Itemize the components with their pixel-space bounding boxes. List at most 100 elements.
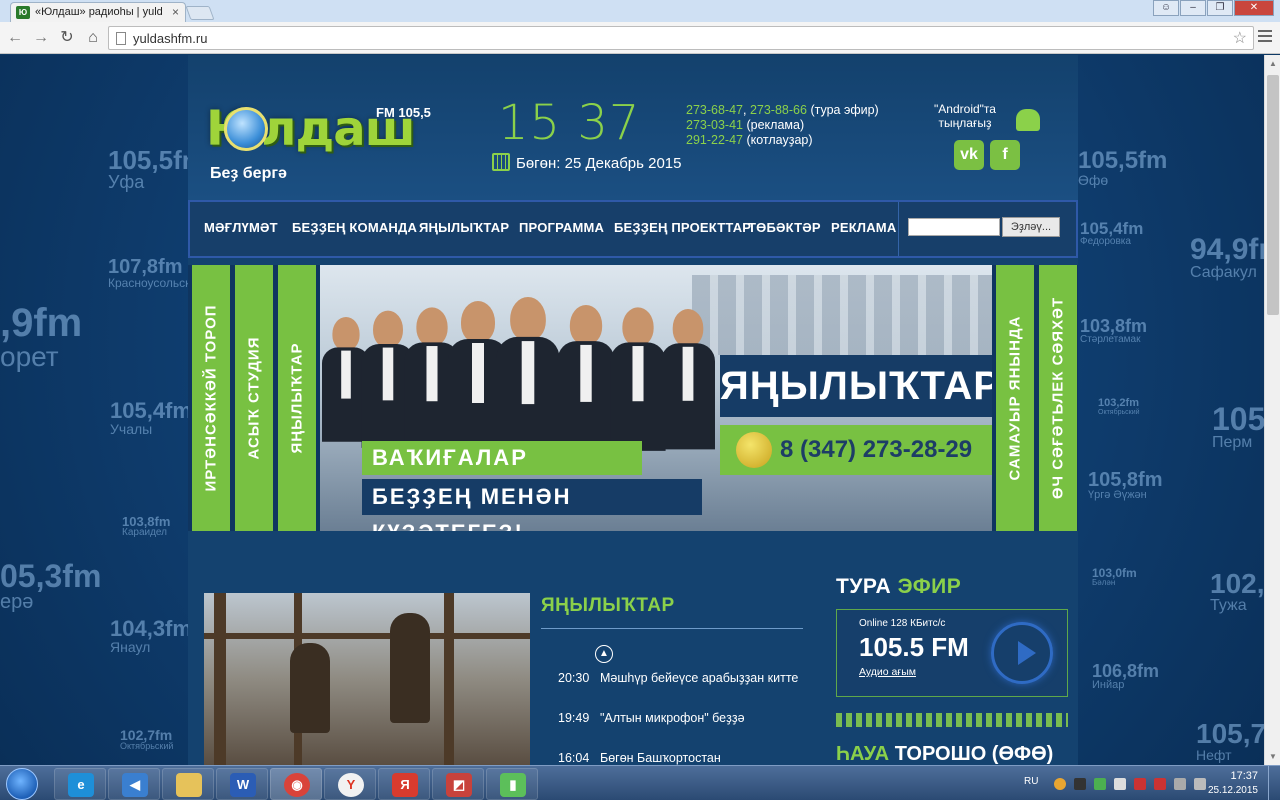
taskbar-paint[interactable]: ◩: [432, 768, 484, 800]
tray-network-icon[interactable]: [1134, 778, 1146, 790]
taskbar-explorer[interactable]: [162, 768, 214, 800]
taskbar-yandex-browser[interactable]: Y: [324, 768, 376, 800]
android-icon[interactable]: [1016, 109, 1040, 131]
tray-time[interactable]: 17:37: [1230, 770, 1258, 782]
maximize-button[interactable]: ❐: [1207, 0, 1233, 16]
audio-stream-link[interactable]: Аудио ағым: [859, 666, 916, 678]
banner-tab-samovar[interactable]: САМАУЫР ЯНЫНДА: [996, 265, 1034, 531]
news-item[interactable]: 19:49 "Алтын микрофон" беҙҙә: [558, 711, 745, 725]
rig-structure: [444, 593, 454, 765]
page-scrollbar[interactable]: ▲ ▼: [1264, 55, 1280, 765]
close-window-button[interactable]: ✕: [1234, 0, 1274, 16]
search-input[interactable]: [908, 218, 1000, 236]
user-icon[interactable]: ☺: [1153, 0, 1179, 16]
tray-power-icon[interactable]: [1194, 778, 1206, 790]
facebook-icon[interactable]: f: [990, 140, 1020, 170]
bg-frequency: 105,4fm Учалы: [110, 398, 192, 437]
banner-slogan-line2: БЕҘҘЕҢ МЕНӘН КҮҘӘТЕГЕҘ!: [362, 479, 702, 531]
weather-heading: ҺАУА ТОРОШО (ӨФӨ): [836, 743, 1054, 765]
bg-frequency: 105,4fm Федоровка: [1080, 219, 1144, 247]
bg-frequency: ,9fm орет: [0, 301, 83, 372]
browser-toolbar: ← → ↻ ⌂ yuldashfm.ru ☆: [0, 22, 1280, 54]
news-item[interactable]: 16:04 Бөгөн Башҡортостан: [558, 751, 721, 765]
address-bar[interactable]: yuldashfm.ru ☆: [108, 26, 1254, 50]
news-time: 16:04: [558, 751, 590, 765]
phone-note: (котлауҙар): [746, 133, 813, 147]
nav-item-program[interactable]: ПРОГРАММА: [519, 220, 604, 235]
presenter-figure: [557, 305, 615, 457]
banner-tab-news[interactable]: ЯҢЫЛЫҠТАР: [278, 265, 316, 531]
nav-item-projects[interactable]: БЕҘҘЕҢ ПРОЕКТТАР: [614, 220, 751, 235]
windows-start-icon[interactable]: [6, 768, 38, 800]
tray-app-icon[interactable]: [1094, 778, 1106, 790]
android-link-text[interactable]: "Android"та тыңлағыҙ: [932, 102, 998, 130]
page-icon: [116, 32, 126, 45]
nav-item-team[interactable]: БЕҘҘЕҢ КОМАНДА: [292, 220, 417, 235]
news-heading[interactable]: ЯҢЫЛЫҠТАР: [541, 595, 675, 617]
ornament-divider: [836, 713, 1068, 727]
tray-volume-icon[interactable]: [1114, 778, 1126, 790]
phone-number[interactable]: 291-22-47: [686, 133, 743, 147]
bg-frequency: 106,8fm Инйар: [1092, 661, 1160, 691]
nav-item-advertising[interactable]: РЕКЛАМА: [831, 220, 896, 235]
news-title[interactable]: Бөгөн Башҡортостан: [600, 751, 721, 765]
word-icon: W: [230, 773, 256, 797]
news-image[interactable]: [204, 593, 530, 765]
tray-smiley-icon[interactable]: [1054, 778, 1066, 790]
reload-icon[interactable]: ↻: [56, 27, 78, 49]
vk-icon[interactable]: vk: [954, 140, 984, 170]
news-title[interactable]: "Алтын микрофон" беҙҙә: [600, 711, 745, 725]
tray-vk-icon[interactable]: [1074, 778, 1086, 790]
scrollbar-thumb[interactable]: [1267, 75, 1279, 315]
taskbar-word[interactable]: W: [216, 768, 268, 800]
taskbar-yandex[interactable]: Я: [378, 768, 430, 800]
back-arrow-icon[interactable]: ←: [4, 27, 26, 49]
bg-frequency: 94,9fmСафакул: [1190, 233, 1264, 281]
taskbar-chrome[interactable]: ◉: [270, 768, 322, 800]
bookmark-star-icon[interactable]: ☆: [1233, 28, 1247, 48]
taskbar-media[interactable]: ◀: [108, 768, 160, 800]
play-icon[interactable]: [991, 622, 1053, 684]
show-desktop-button[interactable]: [1268, 766, 1280, 800]
tray-date[interactable]: 25.12.2015: [1208, 785, 1258, 796]
nav-item-info[interactable]: МӘҒЛҮМӘТ: [204, 220, 278, 235]
banner-tab-morning[interactable]: ИРТӘНСӘККӘЙ ТОРОП: [192, 265, 230, 531]
browser-tab[interactable]: Ю «Юлдаш» радиоһы | yuld ×: [10, 2, 186, 22]
news-item[interactable]: 20:30 Мәшһүр бейеүсе арабыҙҙан китте: [558, 671, 798, 685]
worker-figure: [290, 643, 330, 733]
bg-frequency: 105,8fm Үргә Әүжән: [1088, 469, 1163, 501]
banner-tab-open-studio[interactable]: АСЫҠ СТУДИЯ: [235, 265, 273, 531]
search-button[interactable]: Эҙләү...: [1002, 217, 1060, 237]
phone-number[interactable]: 273-88-66: [750, 103, 807, 117]
minimize-button[interactable]: –: [1180, 0, 1206, 16]
tab-close-icon[interactable]: ×: [172, 5, 179, 19]
phone-number[interactable]: 273-68-47: [686, 103, 743, 117]
scroll-up-icon[interactable]: ▲: [595, 645, 613, 663]
tray-alert-icon[interactable]: [1154, 778, 1166, 790]
chrome-icon: ◉: [284, 773, 310, 797]
page-viewport: 105,5fm Уфа 107,8fm Красноусольск ,9fm орет…: [0, 55, 1264, 765]
banner-tab-journey[interactable]: ӨЧ СӘҒӘТЬЛЕК СӘЯХӘТ: [1039, 265, 1077, 531]
browser-titlebar: Ю «Юлдаш» радиоһы | yuld × ☺ – ❐ ✕: [0, 0, 1280, 22]
hero-banner: ИРТӘНСӘККӘЙ ТОРОП АСЫҠ СТУДИЯ ЯҢЫЛЫҠТАР …: [188, 265, 1078, 531]
tray-flag-icon[interactable]: [1174, 778, 1186, 790]
news-title[interactable]: Мәшһүр бейеүсе арабыҙҙан китте: [600, 671, 798, 685]
nav-divider: [898, 202, 899, 256]
nav-item-regions[interactable]: ТӨБӘКТӘР: [748, 220, 821, 235]
taskbar-app[interactable]: ▮: [486, 768, 538, 800]
taskbar-ie[interactable]: e: [54, 768, 106, 800]
home-icon[interactable]: ⌂: [82, 27, 104, 49]
scroll-up-arrow-icon[interactable]: ▲: [1269, 59, 1277, 68]
scroll-down-arrow-icon[interactable]: ▼: [1269, 752, 1277, 761]
phone-line: 273-03-41 (реклама): [686, 118, 879, 133]
phone-line: 291-22-47 (котлауҙар): [686, 133, 879, 148]
language-indicator[interactable]: RU: [1024, 776, 1038, 787]
phone-number[interactable]: 273-03-41: [686, 118, 743, 132]
bg-frequency: 102, Тужа: [1210, 568, 1264, 614]
new-tab-button[interactable]: [185, 6, 215, 20]
phone-note: (реклама): [746, 118, 805, 132]
chrome-menu-icon[interactable]: [1258, 30, 1272, 45]
nav-item-news[interactable]: ЯҢЫЛЫҠТАР: [419, 220, 509, 235]
forward-arrow-icon[interactable]: →: [30, 27, 52, 49]
banner-image[interactable]: ЯҢЫЛЫҠТАР 8 (347) 273-28-29 ВАҠИҒАЛАР АҒ…: [320, 265, 992, 531]
